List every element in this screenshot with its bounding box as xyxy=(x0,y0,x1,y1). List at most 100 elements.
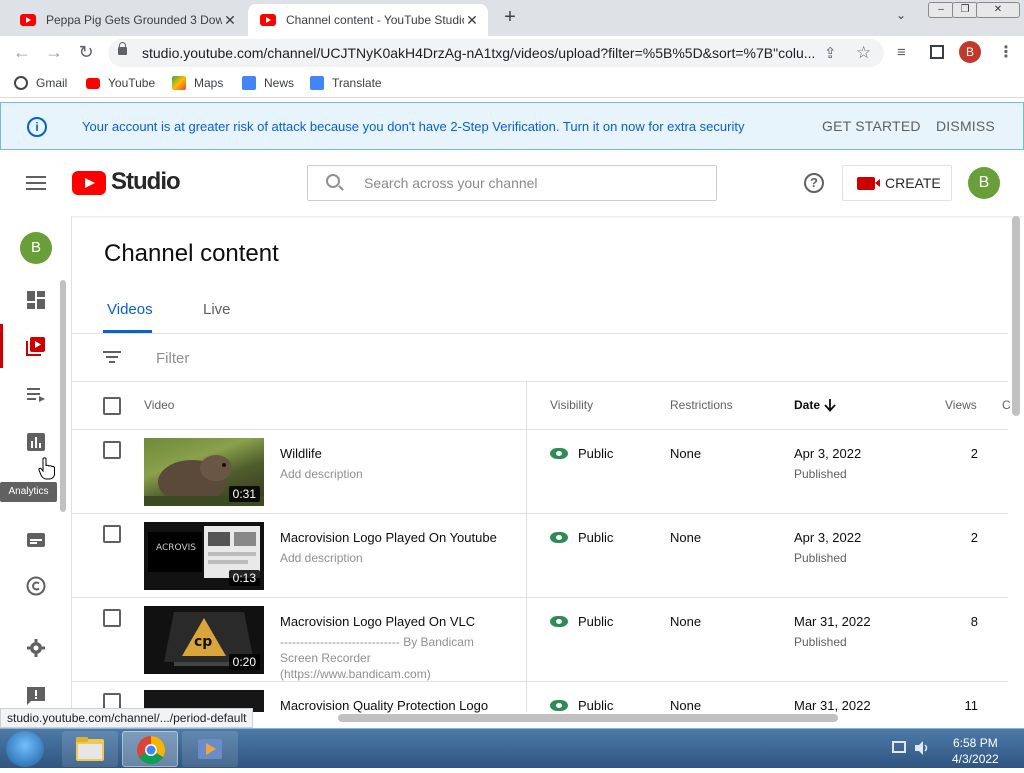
menu-kebab-icon[interactable]: ⋮ xyxy=(998,42,1014,62)
get-started-button[interactable]: GET STARTED xyxy=(822,118,921,134)
visibility-cell[interactable]: Public xyxy=(550,446,613,461)
youtube-icon xyxy=(86,77,100,89)
dismiss-button[interactable]: DISMISS xyxy=(936,118,995,134)
sidebar-item-subtitles[interactable] xyxy=(0,516,72,564)
search-input[interactable] xyxy=(364,166,704,200)
restore-button[interactable]: ❐ xyxy=(952,2,978,18)
select-all-checkbox[interactable] xyxy=(103,397,121,415)
studio-header: Studio ? CREATE B xyxy=(0,152,1024,216)
tray-clock[interactable]: 6:58 PM 4/3/2022 xyxy=(952,735,999,767)
sidebar-item-copyright[interactable] xyxy=(0,562,72,610)
feedback-icon xyxy=(27,687,45,705)
video-title[interactable]: Macrovision Logo Played On Youtube xyxy=(280,530,497,545)
close-window-button[interactable]: ✕ xyxy=(976,2,1020,18)
date-status: Published xyxy=(794,467,847,481)
side-panel-icon[interactable] xyxy=(930,45,944,59)
gmail-icon xyxy=(14,76,28,90)
bookmark-star-icon[interactable]: ☆ xyxy=(856,43,871,63)
banner-message: Your account is at greater risk of attac… xyxy=(82,119,745,134)
bookmark-translate[interactable]: Translate xyxy=(310,76,382,90)
eye-icon xyxy=(550,616,568,627)
tab-search-chevron-icon[interactable]: ⌄ xyxy=(896,8,906,22)
bookmark-maps[interactable]: Maps xyxy=(172,76,223,90)
minimize-button[interactable]: – xyxy=(928,2,954,18)
browser-tab-studio[interactable]: Channel content - YouTube Studio ✕ xyxy=(248,4,488,36)
bookmark-news[interactable]: News xyxy=(242,76,294,90)
lock-icon[interactable] xyxy=(118,42,127,55)
forward-arrow-icon[interactable]: → xyxy=(44,42,64,63)
windows-taskbar: 6:58 PM 4/3/2022 xyxy=(0,728,1024,768)
divider xyxy=(72,429,1008,430)
filter-input[interactable]: Filter xyxy=(156,350,189,367)
restrictions-value: None xyxy=(670,614,702,629)
clock-date: 4/3/2022 xyxy=(952,752,999,766)
horizontal-scrollbar[interactable] xyxy=(338,714,838,722)
sidebar-item-settings[interactable] xyxy=(0,624,72,672)
network-icon[interactable] xyxy=(892,741,906,753)
main-vertical-scrollbar[interactable] xyxy=(1012,216,1020,416)
video-duration: 0:13 xyxy=(228,570,260,586)
date-value: Apr 3, 2022 xyxy=(794,446,862,461)
close-tab-icon[interactable]: ✕ xyxy=(222,12,238,29)
bookmark-label: Maps xyxy=(194,76,224,90)
video-title[interactable]: Wildlife xyxy=(280,446,322,461)
channel-avatar[interactable]: B xyxy=(20,232,52,264)
gear-icon xyxy=(27,639,45,657)
address-bar[interactable]: studio.youtube.com/channel/UCJTNyK0akH4D… xyxy=(108,39,884,67)
video-thumbnail[interactable]: cp 0:20 xyxy=(144,606,264,674)
sort-down-arrow-icon[interactable] xyxy=(824,399,836,412)
url-text[interactable]: studio.youtube.com/channel/UCJTNyK0akH4D… xyxy=(142,45,814,61)
browser-tab-peppa[interactable]: Peppa Pig Gets Grounded 3 Dow ✕ xyxy=(10,4,246,36)
maps-icon xyxy=(172,76,186,90)
row-checkbox[interactable] xyxy=(103,441,121,459)
row-checkbox[interactable] xyxy=(103,609,121,627)
filter-icon[interactable] xyxy=(103,351,121,363)
translate-icon xyxy=(310,76,324,90)
bookmarks-bar: Gmail YouTube Maps News Translate xyxy=(0,70,1024,98)
video-title[interactable]: Macrovision Quality Protection Logo xyxy=(280,698,488,713)
taskbar-explorer[interactable] xyxy=(62,731,118,767)
volume-icon[interactable] xyxy=(914,740,930,756)
media-control-icon[interactable]: ≡ xyxy=(897,44,906,61)
taskbar-chrome[interactable] xyxy=(122,731,178,767)
restrictions-value: None xyxy=(670,530,702,545)
youtube-favicon-icon xyxy=(20,14,36,26)
column-header-visibility: Visibility xyxy=(550,398,594,412)
bookmark-gmail[interactable]: Gmail xyxy=(14,76,67,90)
tab-live[interactable]: Live xyxy=(203,301,231,318)
reload-icon[interactable]: ↻ xyxy=(76,42,96,63)
visibility-cell[interactable]: Public xyxy=(550,698,613,713)
tab-videos[interactable]: Videos xyxy=(107,301,153,318)
studio-logo-text[interactable]: Studio xyxy=(111,168,181,196)
back-arrow-icon[interactable]: ← xyxy=(12,42,32,63)
column-header-comments[interactable]: C xyxy=(1002,398,1011,412)
account-avatar[interactable]: B xyxy=(968,167,1000,199)
share-icon[interactable]: ⇪ xyxy=(824,44,837,62)
bookmark-youtube[interactable]: YouTube xyxy=(86,76,155,90)
youtube-logo-icon[interactable] xyxy=(72,171,106,195)
start-button[interactable] xyxy=(6,731,44,767)
visibility-cell[interactable]: Public xyxy=(550,614,613,629)
video-description: ------------------------------ By Bandic… xyxy=(280,635,474,681)
profile-avatar[interactable]: B xyxy=(959,41,981,63)
eye-icon xyxy=(550,532,568,543)
close-tab-icon[interactable]: ✕ xyxy=(464,12,480,29)
create-label: CREATE xyxy=(885,175,941,191)
search-box[interactable] xyxy=(307,165,717,201)
divider xyxy=(72,381,1008,382)
new-tab-button[interactable]: + xyxy=(500,6,520,28)
row-checkbox[interactable] xyxy=(103,525,121,543)
video-title[interactable]: Macrovision Logo Played On VLC xyxy=(280,614,475,629)
info-icon: i xyxy=(27,117,47,137)
create-button[interactable]: CREATE xyxy=(842,165,952,201)
taskbar-media-player[interactable] xyxy=(182,731,238,767)
video-duration: 0:31 xyxy=(228,486,260,502)
help-icon[interactable]: ? xyxy=(804,173,824,193)
column-header-views[interactable]: Views xyxy=(945,398,977,412)
visibility-cell[interactable]: Public xyxy=(550,530,613,545)
column-header-date[interactable]: Date xyxy=(794,398,820,412)
hamburger-menu-icon[interactable] xyxy=(26,176,46,190)
sidebar-scrollbar[interactable] xyxy=(60,280,66,512)
video-thumbnail[interactable]: 0:31 xyxy=(144,438,264,506)
video-thumbnail[interactable]: ACROVIS 0:13 xyxy=(144,522,264,590)
